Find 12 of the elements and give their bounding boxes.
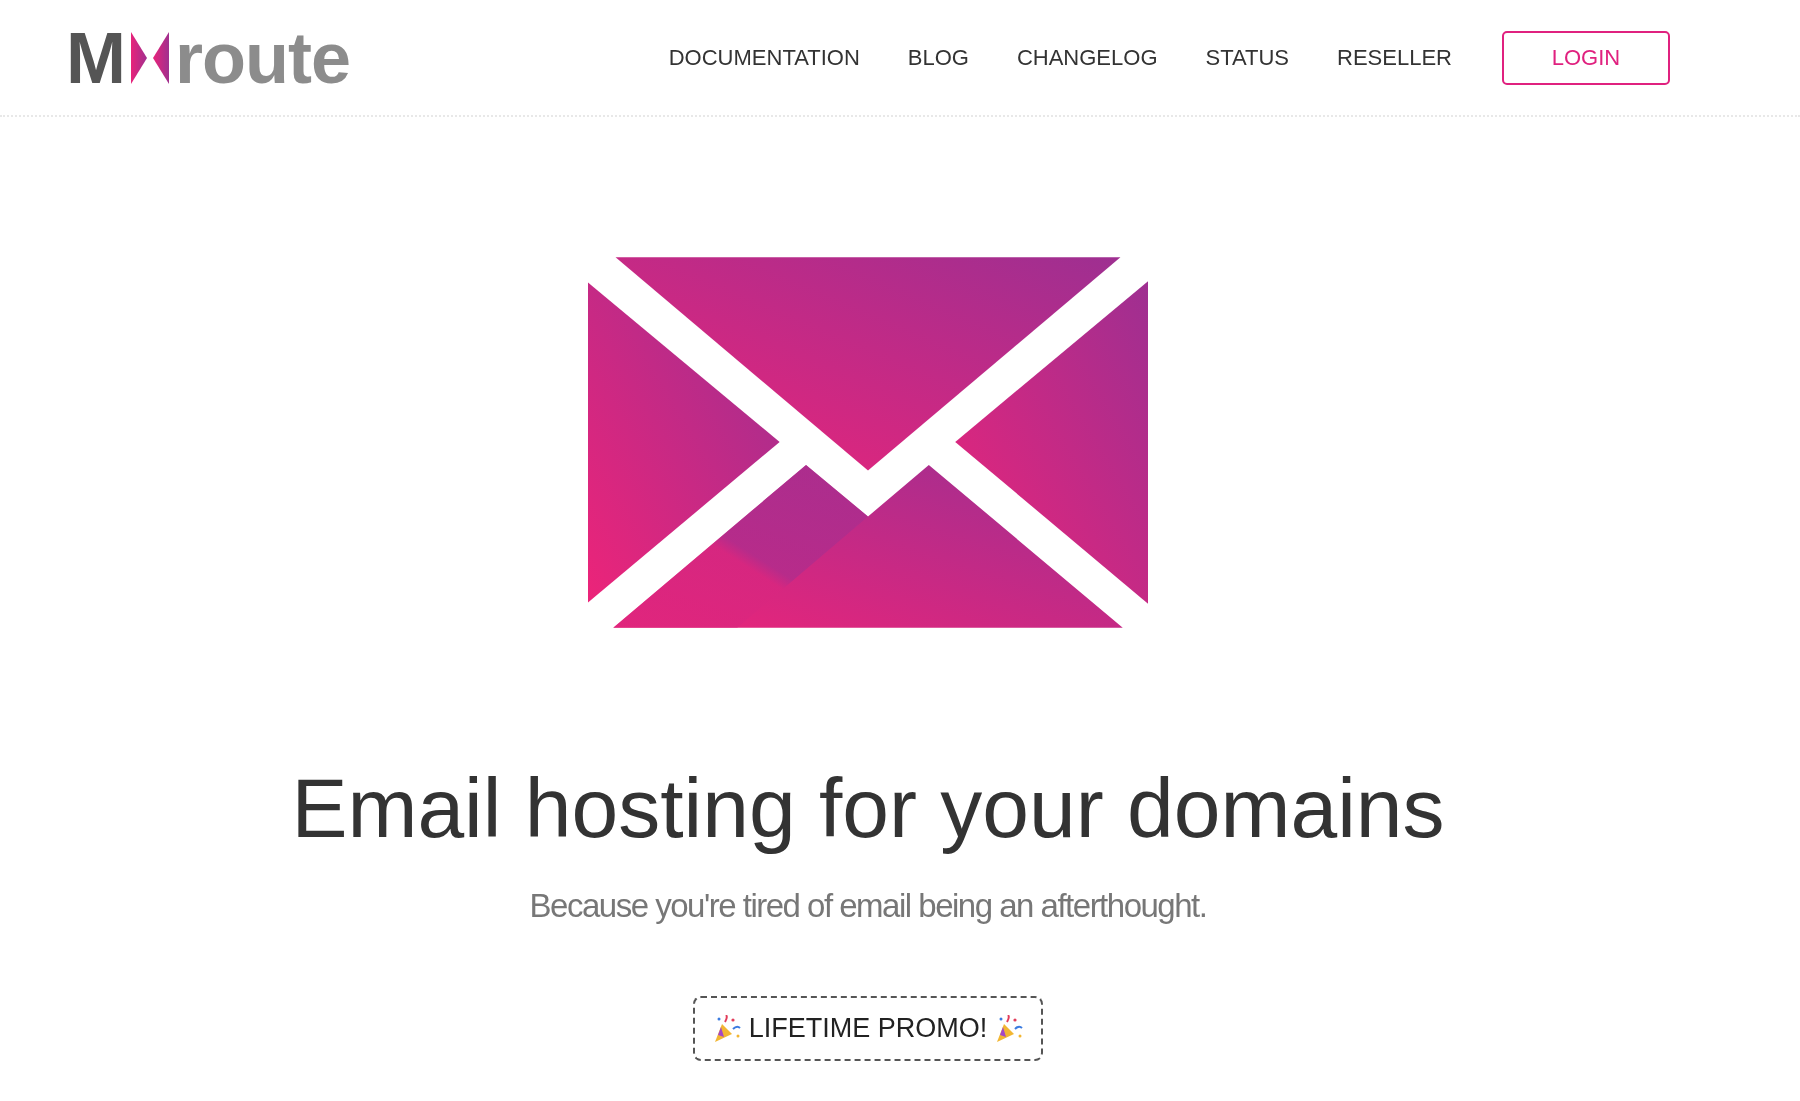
login-button[interactable]: LOGIN bbox=[1502, 30, 1670, 85]
promo-button[interactable]: LIFETIME PROMO! bbox=[692, 996, 1044, 1061]
nav-link[interactable]: RESELLER bbox=[1337, 41, 1452, 74]
nav-link[interactable]: STATUS bbox=[1205, 41, 1290, 74]
hero-subtitle: Because you're tired of email being an afterthought. bbox=[529, 885, 1207, 926]
nav-link[interactable]: CHANGELOG bbox=[1016, 41, 1158, 74]
nav-link[interactable]: BLOG bbox=[907, 41, 969, 74]
party-popper-icon bbox=[995, 1014, 1024, 1043]
hero-title: Email hosting for your domains bbox=[291, 760, 1445, 857]
nav-link[interactable]: DOCUMENTATION bbox=[668, 41, 860, 74]
logo[interactable]: M route bbox=[66, 21, 350, 94]
party-popper-icon bbox=[712, 1014, 741, 1043]
